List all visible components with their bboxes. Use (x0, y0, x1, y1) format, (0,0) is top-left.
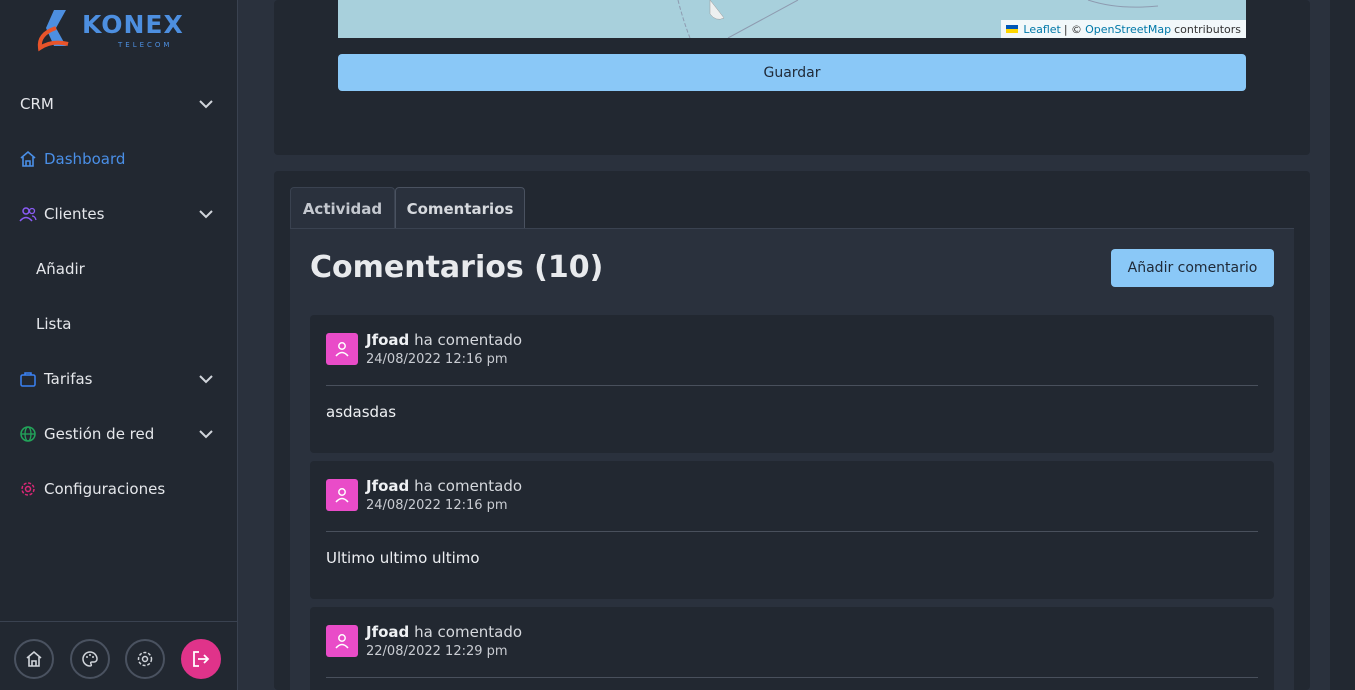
chevron-down-icon (199, 430, 213, 439)
logo-wordmark: KONEX (82, 10, 184, 39)
comment-action: ha comentado (414, 623, 523, 641)
sidebar-item-label: Clientes (44, 205, 105, 223)
gear-icon (21, 482, 35, 496)
logout-icon (193, 651, 210, 667)
attribution-tail: contributors (1174, 22, 1241, 36)
avatar (326, 479, 358, 511)
globe-icon (20, 426, 36, 442)
comment-item: Jfoad ha comentado 24/08/2022 12:16 pm U… (310, 461, 1274, 599)
settings-button[interactable] (125, 639, 165, 679)
comment-header: Jfoad ha comentado (366, 623, 522, 641)
sidebar-item-configuraciones[interactable]: Configuraciones (0, 469, 238, 509)
comment-date: 24/08/2022 12:16 pm (366, 498, 508, 513)
sidebar-item-label: Configuraciones (44, 480, 166, 498)
sidebar-item-gestion-de-red[interactable]: Gestión de red (0, 414, 238, 454)
page-title: Comentarios (10) (310, 250, 604, 285)
sidebar-item-label: Gestión de red (44, 425, 155, 443)
chevron-down-icon (199, 100, 213, 109)
chevron-down-icon (199, 210, 213, 219)
sidebar-item-label: Dashboard (44, 150, 126, 168)
avatar (326, 333, 358, 365)
sidebar-item-label: Tarifas (44, 370, 93, 388)
user-icon (335, 342, 349, 357)
sidebar-item-clientes[interactable]: Clientes (0, 194, 238, 234)
comment-action: ha comentado (414, 477, 523, 495)
home-button[interactable] (14, 639, 54, 679)
sidebar-footer (0, 621, 238, 690)
add-comment-button[interactable]: Añadir comentario (1111, 249, 1274, 287)
sidebar: KONEX TELECOM CRM Dashboard Clientes Aña… (0, 0, 238, 690)
save-button[interactable]: Guardar (338, 54, 1246, 91)
comment-author: Jfoad (366, 477, 410, 495)
gear-icon (137, 651, 153, 667)
sidebar-item-label: Lista (36, 315, 72, 333)
leaflet-link[interactable]: Leaflet (1023, 23, 1060, 36)
comment-author: Jfoad (366, 331, 410, 349)
map[interactable]: Leaflet | © OpenStreetMap contributors (338, 0, 1246, 38)
konex-logo[interactable]: KONEX TELECOM (34, 4, 194, 52)
comment-header: Jfoad ha comentado (366, 477, 522, 495)
comment-action: ha comentado (414, 331, 523, 349)
briefcase-icon (20, 372, 36, 387)
logo-mark-icon (37, 10, 69, 52)
avatar (326, 625, 358, 657)
scroll-gutter (1330, 0, 1355, 690)
tab-actividad[interactable]: Actividad (290, 187, 395, 229)
user-icon (335, 488, 349, 503)
sidebar-item-tarifas[interactable]: Tarifas (0, 359, 238, 399)
logo-subtitle: TELECOM (118, 41, 173, 49)
sidebar-item-label: Añadir (36, 260, 85, 278)
home-icon (20, 150, 36, 167)
ukraine-flag-icon (1006, 25, 1019, 33)
sidebar-item-dashboard[interactable]: Dashboard (0, 139, 238, 179)
comment-body: asdasdas (326, 403, 397, 421)
sidebar-item-label: CRM (20, 95, 54, 113)
sidebar-item-anadir[interactable]: Añadir (0, 249, 238, 289)
logout-button[interactable] (181, 639, 221, 679)
comment-author: Jfoad (366, 623, 410, 641)
sidebar-item-crm[interactable]: CRM (0, 84, 238, 124)
home-icon (26, 650, 42, 667)
comment-header: Jfoad ha comentado (366, 331, 522, 349)
sidebar-item-lista[interactable]: Lista (0, 304, 238, 344)
theme-button[interactable] (70, 639, 110, 679)
divider (326, 677, 1258, 678)
users-icon (19, 207, 37, 222)
divider (326, 531, 1258, 532)
osm-link[interactable]: OpenStreetMap (1085, 23, 1171, 36)
comment-item: Jfoad ha comentado 22/08/2022 12:29 pm (310, 607, 1274, 690)
comment-date: 24/08/2022 12:16 pm (366, 352, 508, 367)
palette-icon (82, 651, 98, 667)
comment-body: Ultimo ultimo ultimo (326, 549, 480, 567)
comment-date: 22/08/2022 12:29 pm (366, 644, 508, 659)
tab-comentarios[interactable]: Comentarios (395, 187, 525, 229)
map-attribution: Leaflet | © OpenStreetMap contributors (1001, 20, 1246, 38)
attribution-separator: | © (1063, 22, 1083, 36)
divider (326, 385, 1258, 386)
user-icon (335, 634, 349, 649)
chevron-down-icon (199, 375, 213, 384)
comment-item: Jfoad ha comentado 24/08/2022 12:16 pm a… (310, 315, 1274, 453)
